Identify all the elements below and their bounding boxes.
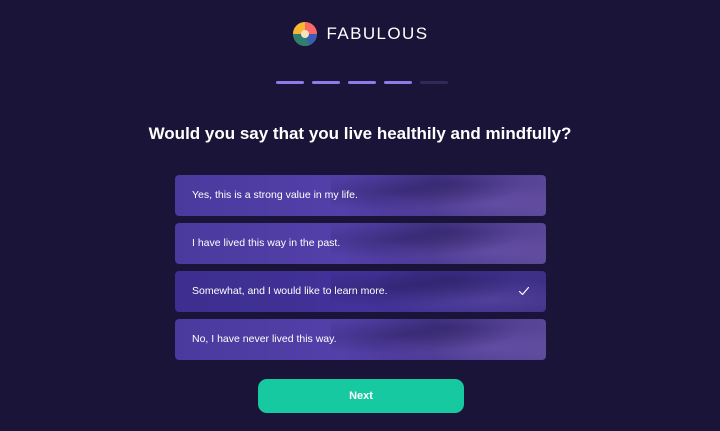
fabulous-logo-icon <box>292 22 317 46</box>
progress-segment <box>420 81 448 84</box>
progress-segment <box>276 81 304 84</box>
answer-option-label: No, I have never lived this way. <box>192 333 337 345</box>
next-button[interactable]: Next <box>258 379 464 413</box>
progress-segment <box>312 81 340 84</box>
answer-options: Yes, this is a strong value in my life. I… <box>175 175 546 367</box>
question-title: Would you say that you live healthily an… <box>148 124 572 143</box>
progress-segment <box>384 81 412 84</box>
progress-indicator <box>276 81 448 84</box>
brand-name: FABULOUS <box>326 24 429 43</box>
answer-option[interactable]: Somewhat, and I would like to learn more… <box>175 271 546 312</box>
answer-option-label: Somewhat, and I would like to learn more… <box>192 285 388 297</box>
progress-segment <box>348 81 376 84</box>
answer-option-label: I have lived this way in the past. <box>192 237 341 249</box>
answer-option-label: Yes, this is a strong value in my life. <box>192 189 358 201</box>
checkmark-icon <box>518 286 530 296</box>
answer-option[interactable]: No, I have never lived this way. <box>175 319 546 360</box>
header: FABULOUS <box>0 18 720 50</box>
answer-option[interactable]: Yes, this is a strong value in my life. <box>175 175 546 216</box>
answer-option[interactable]: I have lived this way in the past. <box>175 223 546 264</box>
